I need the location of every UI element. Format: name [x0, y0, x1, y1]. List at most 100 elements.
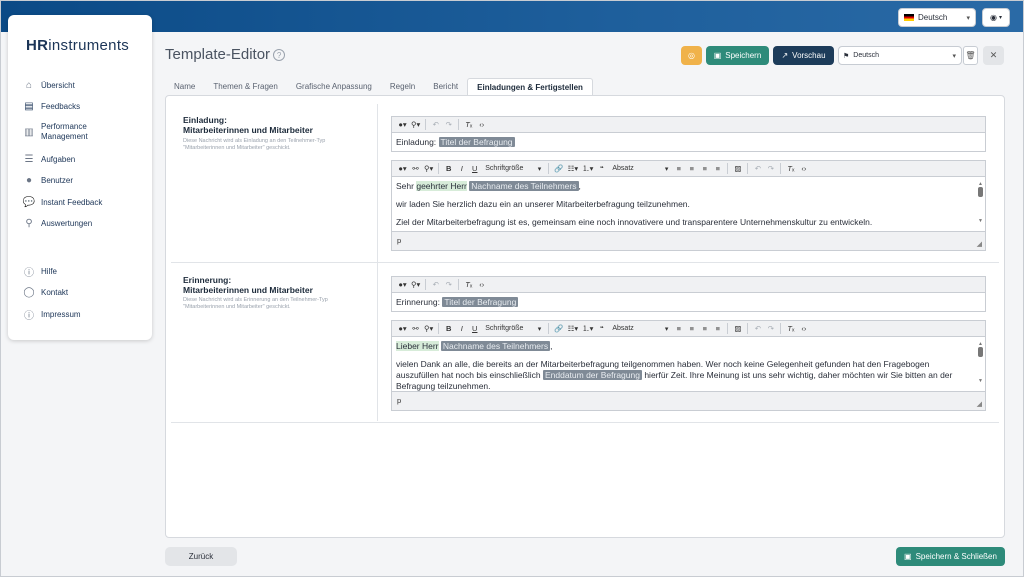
redo-icon[interactable]: ↷ — [764, 162, 777, 175]
tab-name[interactable]: Name — [165, 78, 204, 95]
sidebar-item-impressum[interactable]: ⓘ Impressum — [23, 308, 81, 322]
font-size-select[interactable]: Schriftgröße ▾ — [481, 322, 545, 335]
editor-scrollbar[interactable]: ▲ ▼ — [978, 179, 983, 227]
reminder-body-editor[interactable]: Lieber Herr Nachname des Teilnehmers, vi… — [391, 337, 986, 391]
format-select[interactable]: Absatz ▾ — [608, 162, 672, 175]
bold-button[interactable]: B — [442, 322, 455, 335]
placeholder-menu-button[interactable]: ●▾ — [396, 278, 409, 291]
numbered-list-icon[interactable]: ⒈▾ — [580, 162, 595, 175]
warning-button[interactable]: ◎ — [681, 46, 702, 65]
sidebar-item-uebersicht[interactable]: ⌂ Übersicht — [23, 79, 75, 91]
align-center-icon[interactable]: ≡ — [685, 162, 698, 175]
bullet-list-icon[interactable]: ☷▾ — [566, 322, 581, 335]
save-and-close-button[interactable]: ▣ Speichern & Schließen — [896, 547, 1005, 566]
editor-scrollbar[interactable]: ▲ ▼ — [978, 339, 983, 387]
italic-button[interactable]: I — [455, 162, 468, 175]
align-right-icon[interactable]: ≡ — [698, 322, 711, 335]
tab-regeln[interactable]: Regeln — [381, 78, 424, 95]
redo-icon[interactable]: ↷ — [442, 118, 455, 131]
sidebar-item-kontakt[interactable]: ◯ Kontakt — [23, 286, 68, 298]
name-placeholder-chip[interactable]: Nachname des Teilnehmers — [469, 181, 579, 191]
info-circle-icon: ⓘ — [24, 310, 34, 322]
image-icon[interactable]: ▨ — [731, 162, 744, 175]
redo-icon[interactable]: ↷ — [764, 322, 777, 335]
tab-grafische-anpassung[interactable]: Grafische Anpassung — [287, 78, 381, 95]
subject-placeholder-chip[interactable]: Titel der Befragung — [438, 137, 515, 147]
link-icon[interactable]: 🔗 — [552, 322, 565, 335]
save-button[interactable]: ▣ Speichern — [706, 46, 769, 65]
close-button[interactable]: ✕ — [983, 46, 1004, 65]
sidebar-item-hilfe[interactable]: ⓘ Hilfe — [23, 265, 57, 279]
clear-format-icon[interactable]: Tₓ — [462, 278, 475, 291]
align-left-icon[interactable]: ≡ — [672, 322, 685, 335]
variable-menu-button[interactable]: ⚲▾ — [422, 322, 435, 335]
sidebar-item-performance[interactable]: ▥ Performance Management — [23, 122, 101, 142]
tab-bericht[interactable]: Bericht — [424, 78, 467, 95]
sidebar-item-aufgaben[interactable]: ☰ Aufgaben — [23, 153, 76, 165]
app-window: Deutsch ▾ ◉ ▾ HRinstruments ⌂ Übersicht … — [0, 0, 1024, 577]
align-right-icon[interactable]: ≡ — [698, 162, 711, 175]
sidebar-item-benutzer[interactable]: ● Benutzer — [23, 174, 73, 186]
link-var-button[interactable]: ⚯ — [409, 322, 422, 335]
numbered-list-icon[interactable]: ⒈▾ — [580, 322, 595, 335]
sidebar-item-instant-feedback[interactable]: 💬 Instant Feedback — [22, 196, 103, 208]
language-switcher[interactable]: Deutsch ▾ — [898, 8, 976, 27]
undo-icon[interactable]: ↶ — [751, 162, 764, 175]
quote-icon[interactable]: “ — [595, 162, 608, 175]
tab-einladungen-fertigstellen[interactable]: Einladungen & Fertigstellen — [467, 78, 593, 95]
bullet-list-icon[interactable]: ☷▾ — [566, 162, 581, 175]
redo-icon[interactable]: ↷ — [442, 278, 455, 291]
date-placeholder-chip[interactable]: Enddatum der Befragung — [542, 370, 642, 380]
sidebar-item-auswertungen[interactable]: ⚲ Auswertungen — [23, 217, 92, 229]
source-code-icon[interactable]: ‹› — [475, 118, 488, 131]
format-select[interactable]: Absatz ▾ — [608, 322, 672, 335]
underline-button[interactable]: U — [468, 322, 481, 335]
resize-handle-icon[interactable]: ◢ — [977, 240, 982, 248]
align-center-icon[interactable]: ≡ — [685, 322, 698, 335]
variable-menu-button[interactable]: ⚲▾ — [422, 162, 435, 175]
align-justify-icon[interactable]: ≡ — [711, 322, 724, 335]
sidebar-item-feedbacks[interactable]: ▤ Feedbacks — [23, 100, 80, 112]
undo-icon[interactable]: ↶ — [751, 322, 764, 335]
template-language-value: Deutsch — [853, 52, 879, 59]
preview-button[interactable]: ↗ Vorschau — [773, 46, 834, 65]
variable-menu-button[interactable]: ⚲▾ — [409, 278, 422, 291]
resize-handle-icon[interactable]: ◢ — [977, 400, 982, 408]
subject-placeholder-chip[interactable]: Titel der Befragung — [442, 297, 519, 307]
template-language-select[interactable]: ⚑ Deutsch ▾ — [838, 46, 962, 65]
font-size-select[interactable]: Schriftgröße ▾ — [481, 162, 545, 175]
clear-format-icon[interactable]: Tₓ — [784, 162, 797, 175]
source-code-icon[interactable]: ‹› — [797, 322, 810, 335]
placeholder-menu-button[interactable]: ●▾ — [396, 162, 409, 175]
source-code-icon[interactable]: ‹› — [475, 278, 488, 291]
sidebar-item-label: Benutzer — [41, 175, 74, 185]
underline-button[interactable]: U — [468, 162, 481, 175]
variable-menu-button[interactable]: ⚲▾ — [409, 118, 422, 131]
image-icon[interactable]: ▨ — [731, 322, 744, 335]
back-button[interactable]: Zurück — [165, 547, 237, 566]
align-justify-icon[interactable]: ≡ — [711, 162, 724, 175]
invitation-subject-input[interactable]: Einladung: Titel der Befragung — [391, 133, 986, 152]
align-left-icon[interactable]: ≡ — [672, 162, 685, 175]
italic-button[interactable]: I — [455, 322, 468, 335]
quote-icon[interactable]: “ — [595, 322, 608, 335]
clear-format-icon[interactable]: Tₓ — [784, 322, 797, 335]
reminder-subject-input[interactable]: Erinnerung: Titel der Befragung — [391, 293, 986, 312]
name-placeholder-chip[interactable]: Nachname des Teilnehmers — [440, 341, 551, 351]
source-code-icon[interactable]: ‹› — [797, 162, 810, 175]
help-icon[interactable]: ? — [273, 49, 286, 62]
placeholder-menu-button[interactable]: ●▾ — [396, 322, 409, 335]
bold-button[interactable]: B — [442, 162, 455, 175]
chat-bubble-icon: 💬 — [22, 196, 36, 208]
link-icon[interactable]: 🔗 — [552, 162, 565, 175]
clear-format-icon[interactable]: Tₓ — [462, 118, 475, 131]
sidebar: HRinstruments ⌂ Übersicht ▤ Feedbacks ▥ … — [8, 15, 152, 340]
invitation-body-editor[interactable]: Sehr geehrter Herr Nachname des Teilnehm… — [391, 177, 986, 231]
undo-icon[interactable]: ↶ — [429, 278, 442, 291]
user-menu-button[interactable]: ◉ ▾ — [982, 8, 1010, 27]
tab-themen-fragen[interactable]: Themen & Fragen — [204, 78, 286, 95]
undo-icon[interactable]: ↶ — [429, 118, 442, 131]
delete-language-button[interactable]: 🗑 — [963, 46, 978, 65]
placeholder-menu-button[interactable]: ●▾ — [396, 118, 409, 131]
link-var-button[interactable]: ⚯ — [409, 162, 422, 175]
